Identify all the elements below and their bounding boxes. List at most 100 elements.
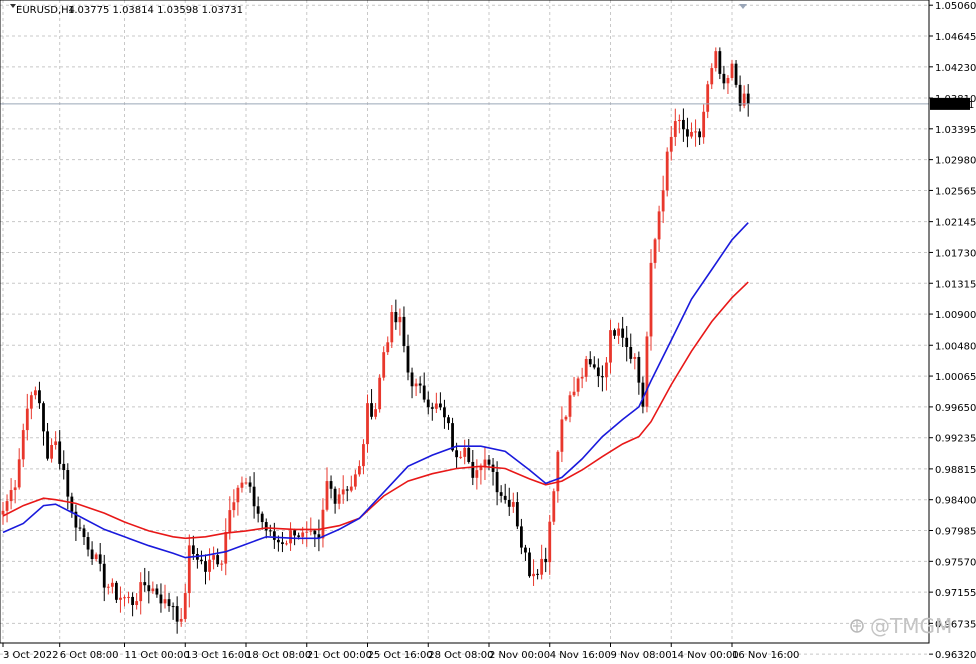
candle (702, 104, 706, 144)
candle (252, 472, 256, 519)
candle-body (25, 408, 29, 431)
y-tick-label: 1.05060 (935, 1, 976, 12)
time-axis[interactable]: 3 Oct 2022 6 Oct 08:00 11 Oct 00:0013 Oct … (2, 643, 799, 661)
candle (232, 489, 236, 518)
y-tick-label: 1.00480 (935, 341, 976, 352)
candle-body (34, 390, 37, 396)
candle (171, 602, 175, 620)
candle (34, 386, 37, 400)
candle-body (90, 549, 94, 560)
candle (309, 517, 313, 536)
candle-body (208, 559, 211, 572)
candle-body (621, 328, 625, 338)
candle-body (127, 596, 130, 598)
candle-body (592, 364, 596, 368)
candle (5, 494, 9, 523)
candle (520, 518, 523, 555)
price-chart[interactable]: 1.050601.046451.042301.038101.033951.029… (0, 0, 976, 664)
candle (738, 75, 742, 112)
candle-body (362, 444, 365, 467)
candle-body (382, 352, 386, 378)
candle (1, 501, 5, 525)
candle-body (139, 582, 143, 602)
chart-window[interactable]: 1.050601.046451.042301.038101.033951.029… (0, 0, 976, 664)
candle-body (159, 594, 163, 604)
candle (402, 306, 406, 353)
candle (131, 592, 134, 617)
candle-body (653, 239, 657, 263)
candle (378, 374, 382, 413)
candle-body (329, 481, 333, 489)
candle-body (147, 585, 151, 592)
candle (430, 402, 434, 421)
candle-body (447, 417, 450, 424)
candle-body (143, 582, 147, 586)
candle (718, 47, 722, 80)
candle (167, 592, 171, 612)
candle (706, 80, 710, 119)
candle (410, 367, 414, 399)
candle-body (341, 489, 345, 495)
candle (406, 334, 410, 381)
candle (272, 522, 276, 549)
candle-body (358, 466, 361, 475)
candle (345, 486, 349, 502)
candle (657, 205, 661, 252)
candle (682, 108, 685, 142)
candle (524, 544, 527, 561)
candle-body (252, 486, 256, 507)
candle-body (418, 383, 422, 386)
y-tick-label: 1.04645 (935, 32, 976, 43)
candle (515, 492, 519, 530)
candle (244, 477, 248, 485)
candle (325, 467, 329, 512)
y-tick-label: 0.97155 (935, 588, 976, 599)
candle-body (305, 531, 309, 533)
candle (665, 147, 669, 197)
candle-body (183, 593, 187, 619)
candle (475, 459, 479, 490)
candle-body (588, 359, 592, 365)
candle-body (313, 530, 317, 535)
candle (564, 415, 568, 422)
candle-body (503, 495, 507, 500)
candle (653, 237, 657, 269)
y-tick-label: 1.01730 (935, 248, 976, 259)
candle-body (248, 482, 252, 487)
candle-body (540, 558, 544, 575)
candle (293, 528, 296, 546)
candle-body (277, 539, 280, 543)
candle-body (66, 470, 70, 497)
candle-body (714, 51, 718, 69)
candle-body (21, 430, 25, 460)
candle (503, 483, 507, 504)
candle (746, 84, 750, 117)
candle-body (135, 601, 139, 606)
candle (698, 128, 701, 146)
candle-body (216, 555, 220, 565)
candle-body (548, 521, 552, 563)
chart-shift-marker-icon[interactable] (739, 4, 747, 9)
candle-body (9, 490, 13, 502)
candle (414, 378, 418, 396)
candle-body (82, 528, 86, 538)
candle-body (345, 489, 349, 491)
candle (463, 439, 467, 465)
y-tick-label: 1.01315 (935, 279, 976, 290)
candle-body (625, 337, 629, 347)
candle-body (70, 496, 74, 512)
candle-body (115, 582, 118, 600)
x-tick-label: 21 Oct 00:00 (307, 650, 372, 661)
candle-body (151, 588, 155, 592)
candle (349, 475, 353, 493)
candle (394, 299, 398, 330)
candle-body (451, 423, 454, 451)
y-tick-label: 1.03395 (935, 125, 976, 136)
candle (528, 547, 531, 578)
candle (147, 571, 151, 604)
candle-body (544, 558, 548, 563)
candle (240, 476, 244, 493)
candle-body (119, 597, 122, 600)
candle (123, 595, 126, 607)
candle-body (38, 390, 41, 404)
